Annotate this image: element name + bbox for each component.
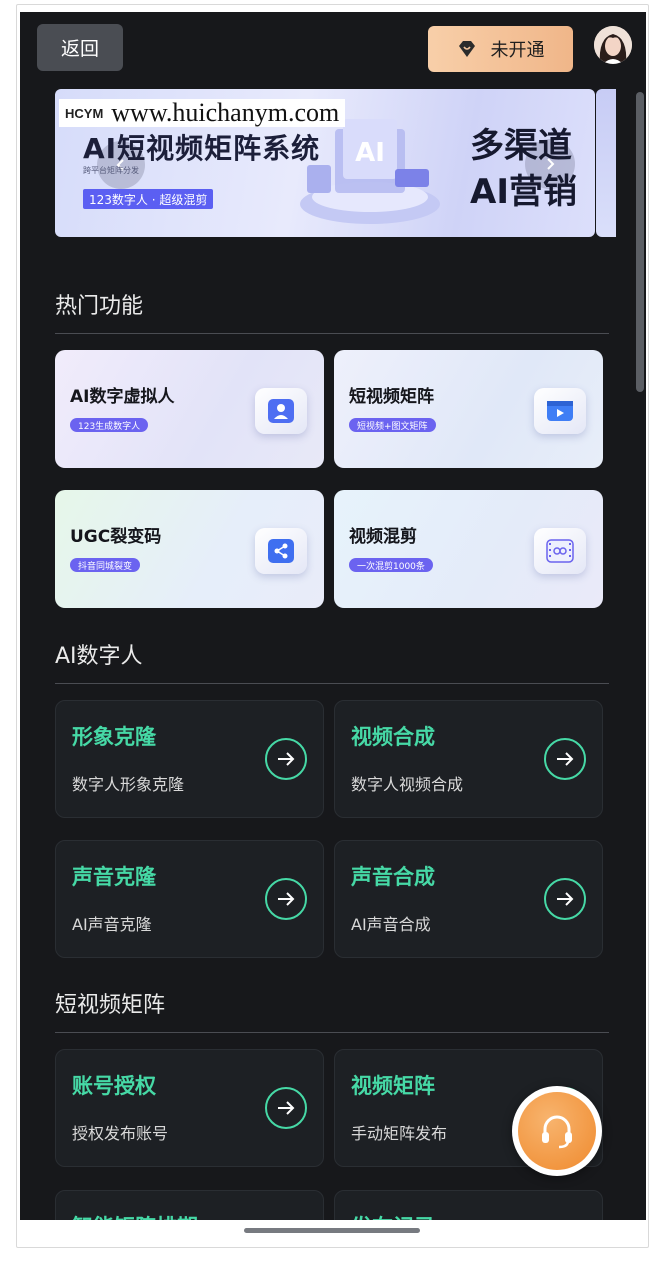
card-title: 声音合成: [351, 865, 435, 889]
hot-card-video-matrix[interactable]: 短视频矩阵 短视频+图文矩阵: [334, 350, 603, 468]
card-video-synthesis[interactable]: 视频合成 数字人视频合成: [334, 700, 603, 818]
card-account-auth[interactable]: 账号授权 授权发布账号: [55, 1049, 324, 1167]
hot-card-tag: 短视频+图文矩阵: [349, 418, 436, 432]
user-avatar-image: [594, 26, 632, 64]
section-divider: [55, 683, 609, 684]
card-title: 视频合成: [351, 725, 435, 749]
banner-subtitle: 跨平台矩阵分发: [83, 166, 139, 175]
watermark-url: www.huichanym.com: [111, 98, 340, 127]
watermark-logo: HCYM: [65, 105, 104, 121]
hot-card-title: 短视频矩阵: [349, 387, 434, 407]
watermark: HCYM www.huichanym.com: [59, 98, 346, 127]
card-title: 发布记录: [351, 1211, 435, 1220]
arrow-right-circle-icon[interactable]: [264, 877, 308, 921]
card-title: 智能矩阵排期: [72, 1211, 198, 1220]
card-title: 声音克隆: [72, 865, 156, 889]
card-title: 形象克隆: [72, 725, 156, 749]
person-card-icon: [255, 388, 307, 434]
vip-status-button[interactable]: 未开通: [428, 26, 573, 72]
card-image-clone[interactable]: 形象克隆 数字人形象克隆: [55, 700, 324, 818]
card-subtitle: AI声音克隆: [72, 915, 152, 934]
banner-title: AI短视频矩阵系统: [83, 132, 321, 165]
back-button[interactable]: 返回: [37, 24, 123, 71]
arrow-right-circle-icon[interactable]: [543, 737, 587, 781]
hot-card-title: AI数字虚拟人: [70, 387, 175, 407]
card-voice-clone[interactable]: 声音克隆 AI声音克隆: [55, 840, 324, 958]
section-title-hot: 热门功能: [55, 294, 144, 319]
section-divider: [55, 1032, 609, 1033]
vip-status-label: 未开通: [490, 40, 545, 61]
headset-icon: [518, 1092, 596, 1170]
hot-card-ugc-code[interactable]: UGC裂变码 抖音同城裂变: [55, 490, 324, 608]
app-screen: 返回 未开通 AI AI短视频矩阵系统 跨平台矩阵分发 123数字人 · 超级混…: [20, 12, 646, 1220]
scissors-film-icon: [534, 528, 586, 574]
card-subtitle: 数字人视频合成: [351, 775, 464, 794]
video-play-icon: [534, 388, 586, 434]
hot-card-tag: 一次混剪1000条: [349, 558, 433, 572]
banner-slogan: 多渠道 AI营销: [470, 123, 577, 215]
hot-card-ai-avatar[interactable]: AI数字虚拟人 123生成数字人: [55, 350, 324, 468]
card-subtitle: AI声音合成: [351, 915, 431, 934]
hot-card-video-remix[interactable]: 视频混剪 一次混剪1000条: [334, 490, 603, 608]
card-subtitle: 授权发布账号: [72, 1124, 169, 1143]
card-publish-record[interactable]: 发布记录: [334, 1190, 603, 1220]
customer-service-button[interactable]: [512, 1086, 602, 1176]
banner-slogan-line1: 多渠道: [470, 126, 572, 166]
hot-card-title: UGC裂变码: [70, 527, 162, 547]
card-title: 视频矩阵: [351, 1074, 435, 1098]
arrow-right-circle-icon[interactable]: [543, 877, 587, 921]
card-title: 账号授权: [72, 1074, 156, 1098]
promo-banner[interactable]: AI AI短视频矩阵系统 跨平台矩阵分发 123数字人 · 超级混剪 多渠道 A…: [55, 89, 595, 237]
top-bar: 返回 未开通: [20, 12, 646, 84]
section-divider: [55, 333, 609, 334]
arrow-right-circle-icon[interactable]: [264, 1086, 308, 1130]
card-subtitle: 手动矩阵发布: [351, 1124, 448, 1143]
section-title-short-video: 短视频矩阵: [55, 993, 166, 1018]
banner-tag: 123数字人 · 超级混剪: [83, 189, 214, 209]
card-subtitle: 数字人形象克隆: [72, 775, 185, 794]
next-banner-peek[interactable]: [596, 89, 616, 237]
share-nodes-icon: [255, 528, 307, 574]
avatar[interactable]: [594, 26, 632, 64]
banner-slogan-line2: AI营销: [470, 172, 577, 212]
diamond-heart-icon: [458, 41, 475, 57]
arrow-right-circle-icon[interactable]: [264, 737, 308, 781]
scrollbar[interactable]: [636, 92, 644, 392]
hot-card-tag: 抖音同城裂变: [70, 558, 141, 572]
hot-card-title: 视频混剪: [349, 527, 417, 547]
section-title-ai-person: AI数字人: [55, 644, 143, 669]
card-voice-synthesis[interactable]: 声音合成 AI声音合成: [334, 840, 603, 958]
home-indicator[interactable]: [244, 1228, 420, 1233]
svg-text:AI: AI: [355, 138, 385, 168]
hot-card-tag: 123生成数字人: [70, 418, 149, 432]
card-smart-schedule[interactable]: 智能矩阵排期: [55, 1190, 324, 1220]
